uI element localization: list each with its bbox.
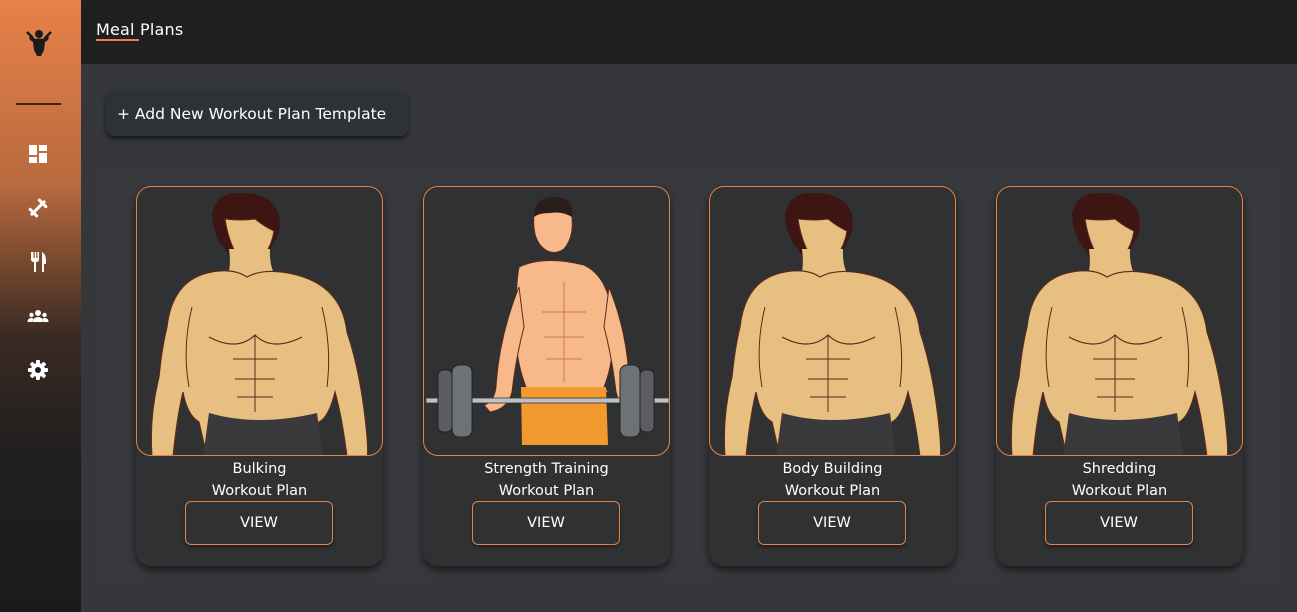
plan-name: Strength Training xyxy=(484,461,609,477)
plan-title: Strength Training Workout Plan xyxy=(423,458,670,502)
top-bar: Meal Plans xyxy=(81,0,1297,64)
dashboard-icon[interactable] xyxy=(27,143,49,165)
plan-subtitle: Workout Plan xyxy=(1071,483,1168,499)
plan-card-bulking: Bulking Workout Plan VIEW xyxy=(136,186,383,566)
view-button[interactable]: VIEW xyxy=(758,501,906,545)
view-button[interactable]: VIEW xyxy=(472,501,620,545)
plan-card-shredding: Shredding Workout Plan VIEW xyxy=(996,186,1243,566)
plan-subtitle: Workout Plan xyxy=(211,483,308,499)
plan-name: Shredding xyxy=(1082,461,1157,477)
plan-card-strength-training: Strength Training Workout Plan VIEW xyxy=(423,186,670,566)
page-title[interactable]: Meal Plans xyxy=(96,20,183,39)
fork-knife-icon[interactable] xyxy=(27,251,49,273)
add-workout-plan-template-button[interactable]: + Add New Workout Plan Template xyxy=(106,91,408,136)
sidebar xyxy=(0,0,81,612)
bodybuilder-logo-icon[interactable] xyxy=(24,26,54,58)
muscular-man-illustration xyxy=(709,186,956,456)
plan-name: Body Building xyxy=(782,461,883,477)
users-icon[interactable] xyxy=(27,305,49,327)
plan-title: Bulking Workout Plan xyxy=(136,458,383,502)
plan-title: Shredding Workout Plan xyxy=(996,458,1243,502)
dumbbell-icon[interactable] xyxy=(27,197,49,219)
plan-title: Body Building Workout Plan xyxy=(709,458,956,502)
muscular-man-illustration xyxy=(996,186,1243,456)
view-button[interactable]: VIEW xyxy=(1045,501,1193,545)
sidebar-divider xyxy=(16,103,61,105)
plan-name: Bulking xyxy=(232,461,287,477)
man-lifting-barbell-illustration xyxy=(423,186,670,456)
gear-icon[interactable] xyxy=(27,359,49,381)
view-button[interactable]: VIEW xyxy=(185,501,333,545)
muscular-man-illustration xyxy=(136,186,383,456)
plan-subtitle: Workout Plan xyxy=(498,483,595,499)
plan-card-body-building: Body Building Workout Plan VIEW xyxy=(709,186,956,566)
plan-subtitle: Workout Plan xyxy=(784,483,881,499)
active-tab-indicator xyxy=(96,39,139,41)
